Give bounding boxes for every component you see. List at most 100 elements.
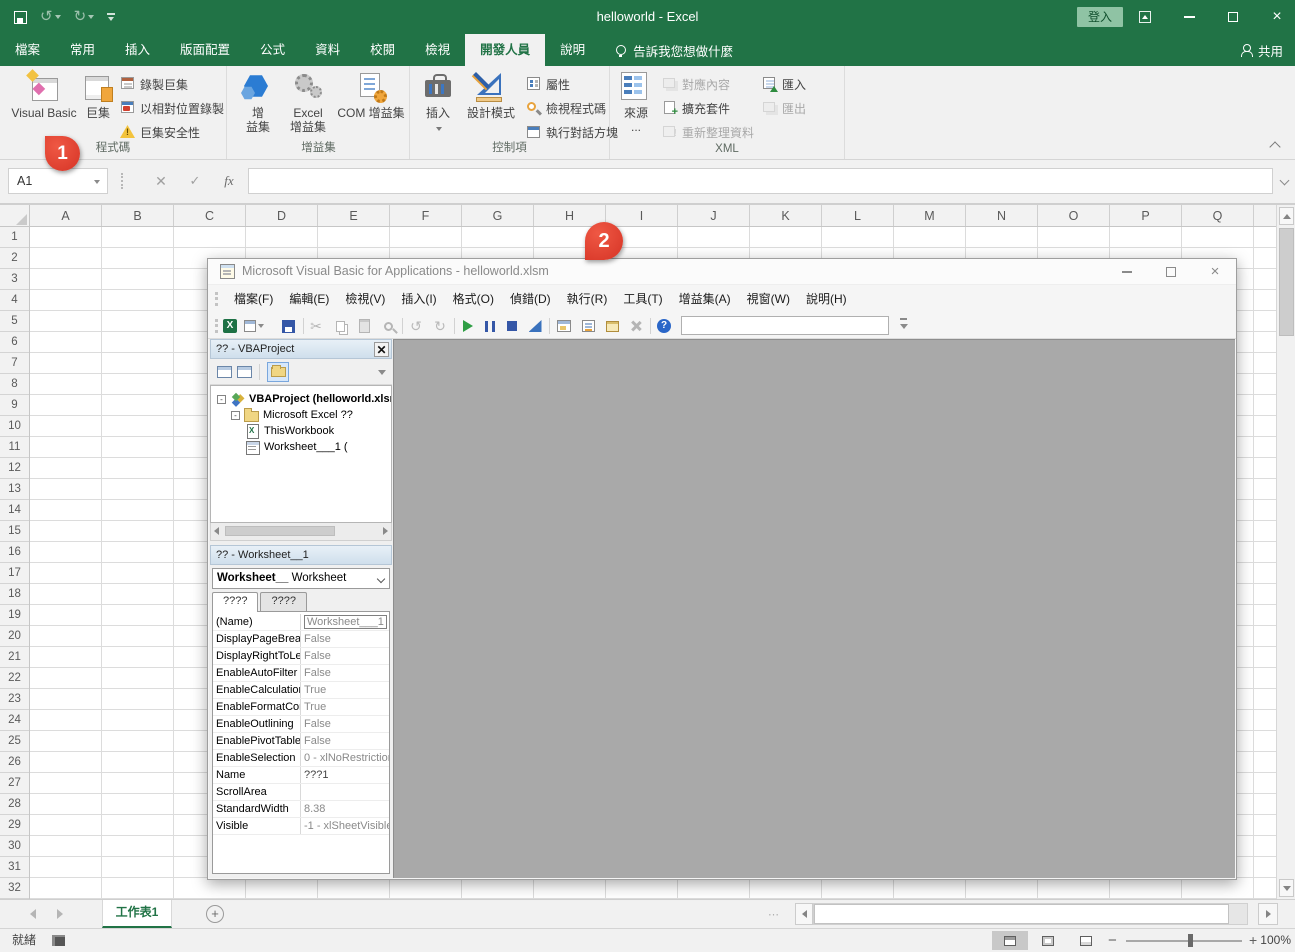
tab-檔案[interactable]: 檔案: [0, 34, 55, 66]
row-header-22[interactable]: 22: [0, 668, 29, 689]
property-value[interactable]: True: [301, 699, 389, 715]
control-properties-button[interactable]: 屬性: [526, 74, 570, 94]
project-explorer-close-icon[interactable]: ✕: [374, 342, 389, 357]
excel-addins-button[interactable]: Excel 增益集: [282, 69, 334, 141]
row-header-17[interactable]: 17: [0, 563, 29, 584]
next-sheet-icon[interactable]: [57, 909, 63, 919]
project-tree-item[interactable]: Worksheet___1 (: [211, 439, 391, 455]
row-header-26[interactable]: 26: [0, 752, 29, 773]
row-header-9[interactable]: 9: [0, 395, 29, 416]
property-row[interactable]: ScrollArea: [213, 784, 389, 801]
maximize-button[interactable]: [1225, 9, 1241, 25]
property-row[interactable]: EnableSelection0 - xlNoRestrictions: [213, 750, 389, 767]
insert-function-icon[interactable]: fx: [216, 168, 242, 194]
zoom-out-icon[interactable]: −: [1108, 929, 1117, 952]
row-header-18[interactable]: 18: [0, 584, 29, 605]
formula-input[interactable]: [248, 168, 1273, 194]
sign-in-button[interactable]: 登入: [1077, 7, 1123, 27]
row-header-24[interactable]: 24: [0, 710, 29, 731]
row-header-2[interactable]: 2: [0, 248, 29, 269]
vba-menu-item[interactable]: 視窗(W): [739, 285, 798, 313]
property-row[interactable]: EnableAutoFilterFalse: [213, 665, 389, 682]
row-header-25[interactable]: 25: [0, 731, 29, 752]
row-header-11[interactable]: 11: [0, 437, 29, 458]
tab-校閱[interactable]: 校閱: [355, 34, 410, 66]
hscroll-left-icon[interactable]: [795, 903, 813, 925]
tab-插入[interactable]: 插入: [110, 34, 165, 66]
row-header-20[interactable]: 20: [0, 626, 29, 647]
row-header-4[interactable]: 4: [0, 290, 29, 311]
row-header-10[interactable]: 10: [0, 416, 29, 437]
vba-menu-item[interactable]: 檢視(V): [337, 285, 393, 313]
property-value[interactable]: False: [301, 733, 389, 749]
row-header-16[interactable]: 16: [0, 542, 29, 563]
ribbon-display-options-icon[interactable]: [1137, 9, 1153, 25]
view-code-icon[interactable]: [217, 366, 232, 378]
properties-window-icon[interactable]: [578, 316, 598, 336]
column-header-I[interactable]: I: [606, 205, 678, 226]
normal-view-button[interactable]: [992, 931, 1028, 950]
property-row[interactable]: EnableOutliningFalse: [213, 716, 389, 733]
project-horizontal-scrollbar[interactable]: [210, 523, 392, 541]
property-row[interactable]: EnableCalculationTrue: [213, 682, 389, 699]
tab-說明[interactable]: 說明: [545, 34, 600, 66]
horizontal-scroll-thumb[interactable]: [814, 904, 1229, 924]
view-object-icon[interactable]: [237, 366, 252, 378]
project-explorer-caption[interactable]: ?? - VBAProject: [210, 339, 392, 359]
horizontal-scrollbar[interactable]: [813, 903, 1248, 925]
property-value[interactable]: False: [301, 716, 389, 732]
row-header-31[interactable]: 31: [0, 857, 29, 878]
column-header-F[interactable]: F: [390, 205, 462, 226]
vertical-scroll-thumb[interactable]: [1279, 228, 1294, 336]
cancel-icon[interactable]: ✕: [148, 168, 174, 194]
collapse-ribbon-icon[interactable]: [1269, 141, 1280, 152]
tab-categorized[interactable]: ????: [260, 592, 306, 611]
view-code-button[interactable]: 檢視程式碼: [526, 98, 606, 118]
row-header-29[interactable]: 29: [0, 815, 29, 836]
visual-basic-button[interactable]: Visual Basic: [8, 69, 80, 141]
column-header-O[interactable]: O: [1038, 205, 1110, 226]
property-row[interactable]: EnableFormatConditionsCalculationTrue: [213, 699, 389, 716]
row-header-30[interactable]: 30: [0, 836, 29, 857]
row-header-12[interactable]: 12: [0, 458, 29, 479]
property-value[interactable]: 8.38: [301, 801, 389, 817]
row-header-32[interactable]: 32: [0, 878, 29, 899]
tab-公式[interactable]: 公式: [245, 34, 300, 66]
tab-splitter[interactable]: ⋯: [768, 908, 781, 921]
run-macro-icon[interactable]: [458, 316, 478, 336]
project-tree-item[interactable]: ThisWorkbook: [211, 423, 391, 439]
properties-caption[interactable]: ?? - Worksheet__1: [210, 545, 392, 565]
column-header-E[interactable]: E: [318, 205, 390, 226]
previous-sheet-icon[interactable]: [30, 909, 36, 919]
vba-menu-item[interactable]: 編輯(E): [281, 285, 337, 313]
import-button[interactable]: 匯入: [762, 74, 806, 94]
vba-code-area[interactable]: [393, 339, 1235, 878]
vba-maximize-button[interactable]: [1164, 265, 1178, 279]
toggle-folders-icon[interactable]: [267, 362, 289, 382]
row-header-7[interactable]: 7: [0, 353, 29, 374]
redo-button[interactable]: ↻: [74, 8, 95, 26]
insert-control-button[interactable]: 插入: [416, 69, 460, 141]
scroll-right-icon[interactable]: [383, 527, 388, 535]
vba-menu-item[interactable]: 工具(T): [615, 285, 670, 313]
help-icon[interactable]: ?: [654, 316, 674, 336]
vba-menu-item[interactable]: 說明(H): [798, 285, 855, 313]
expansion-packs-button[interactable]: 擴充套件: [662, 98, 730, 118]
row-header-3[interactable]: 3: [0, 269, 29, 290]
page-break-view-button[interactable]: [1068, 931, 1104, 950]
vba-minimize-button[interactable]: [1120, 265, 1134, 279]
column-header-J[interactable]: J: [678, 205, 750, 226]
property-value[interactable]: False: [301, 648, 389, 664]
row-header-1[interactable]: 1: [0, 227, 29, 248]
column-header-A[interactable]: A: [30, 205, 102, 226]
row-header-21[interactable]: 21: [0, 647, 29, 668]
zoom-slider-track[interactable]: [1126, 940, 1242, 942]
macro-record-status-icon[interactable]: [52, 935, 65, 946]
project-tree-item[interactable]: -Microsoft Excel ??: [211, 407, 391, 423]
vba-menu-item[interactable]: 檔案(F): [226, 285, 281, 313]
toolbar-options-icon[interactable]: [898, 317, 910, 333]
tab-常用[interactable]: 常用: [55, 34, 110, 66]
property-value[interactable]: True: [301, 682, 389, 698]
vba-menu-item[interactable]: 格式(O): [445, 285, 502, 313]
share-button[interactable]: 共用: [1240, 34, 1283, 66]
